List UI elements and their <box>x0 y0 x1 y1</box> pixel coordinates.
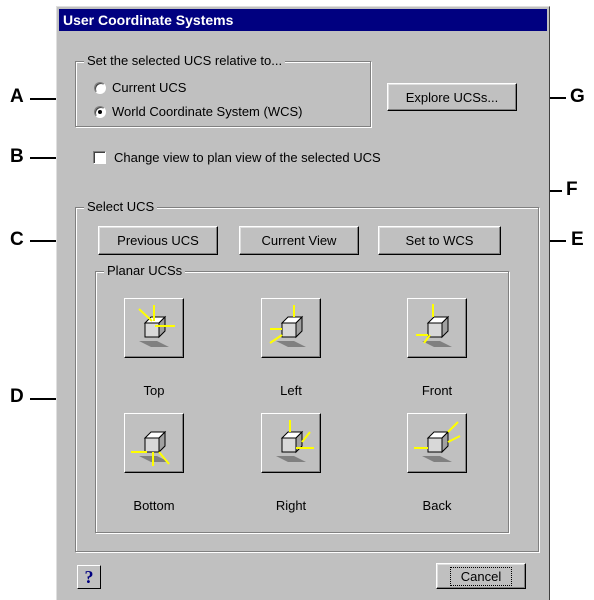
planar-ucss-group-title: Planar UCSs <box>104 263 186 279</box>
cancel-button-label: Cancel <box>449 566 513 586</box>
explore-ucss-button[interactable]: Explore UCSs... <box>387 83 517 111</box>
plan-view-checkbox[interactable] <box>93 151 106 164</box>
ucs-bottom-label: Bottom <box>133 498 175 513</box>
set-to-wcs-button[interactable]: Set to WCS <box>378 226 501 255</box>
radio-current-ucs-button[interactable] <box>94 81 106 94</box>
callout-b: B <box>10 146 24 167</box>
ucs-right-label: Right <box>275 498 307 513</box>
callout-d: D <box>10 386 24 407</box>
ucs-top-label: Top <box>143 383 165 398</box>
callout-g: G <box>570 86 585 107</box>
cube-left-icon <box>269 305 306 347</box>
ucs-dialog: User Coordinate Systems Set the selected… <box>56 6 550 600</box>
select-ucs-group-title: Select UCS <box>84 199 158 215</box>
cube-back-icon <box>414 421 461 462</box>
cancel-button[interactable]: Cancel <box>436 563 526 589</box>
callout-a: A <box>10 86 24 107</box>
ucs-front-button[interactable] <box>407 298 467 358</box>
callout-f: F <box>566 179 578 200</box>
ucs-left-label: Left <box>280 383 302 398</box>
dialog-title: User Coordinate Systems <box>59 9 547 31</box>
radio-current-ucs[interactable]: Current UCS <box>94 80 186 95</box>
ucs-top-button[interactable] <box>124 298 184 358</box>
plan-view-checkbox-row[interactable]: Change view to plan view of the selected… <box>93 150 381 165</box>
ucs-back-label: Back <box>422 498 452 513</box>
ucs-back-button[interactable] <box>407 413 467 473</box>
previous-ucs-button[interactable]: Previous UCS <box>98 226 218 255</box>
cube-right-icon <box>276 420 314 462</box>
ucs-bottom-button[interactable] <box>124 413 184 473</box>
radio-wcs-label: World Coordinate System (WCS) <box>112 104 303 119</box>
cube-bottom-icon <box>131 430 170 466</box>
radio-wcs-button[interactable] <box>94 105 106 118</box>
help-button[interactable]: ? <box>77 565 101 589</box>
callout-e: E <box>571 229 584 250</box>
cube-front-icon <box>416 304 452 347</box>
plan-view-checkbox-label: Change view to plan view of the selected… <box>114 150 381 165</box>
ucs-right-button[interactable] <box>261 413 321 473</box>
relative-group-title: Set the selected UCS relative to... <box>84 53 286 69</box>
callout-c: C <box>10 229 24 250</box>
current-view-button[interactable]: Current View <box>239 226 359 255</box>
ucs-front-label: Front <box>421 383 453 398</box>
radio-wcs[interactable]: World Coordinate System (WCS) <box>94 104 302 119</box>
radio-current-ucs-label: Current UCS <box>112 80 187 95</box>
cube-top-icon <box>138 305 175 347</box>
ucs-left-button[interactable] <box>261 298 321 358</box>
